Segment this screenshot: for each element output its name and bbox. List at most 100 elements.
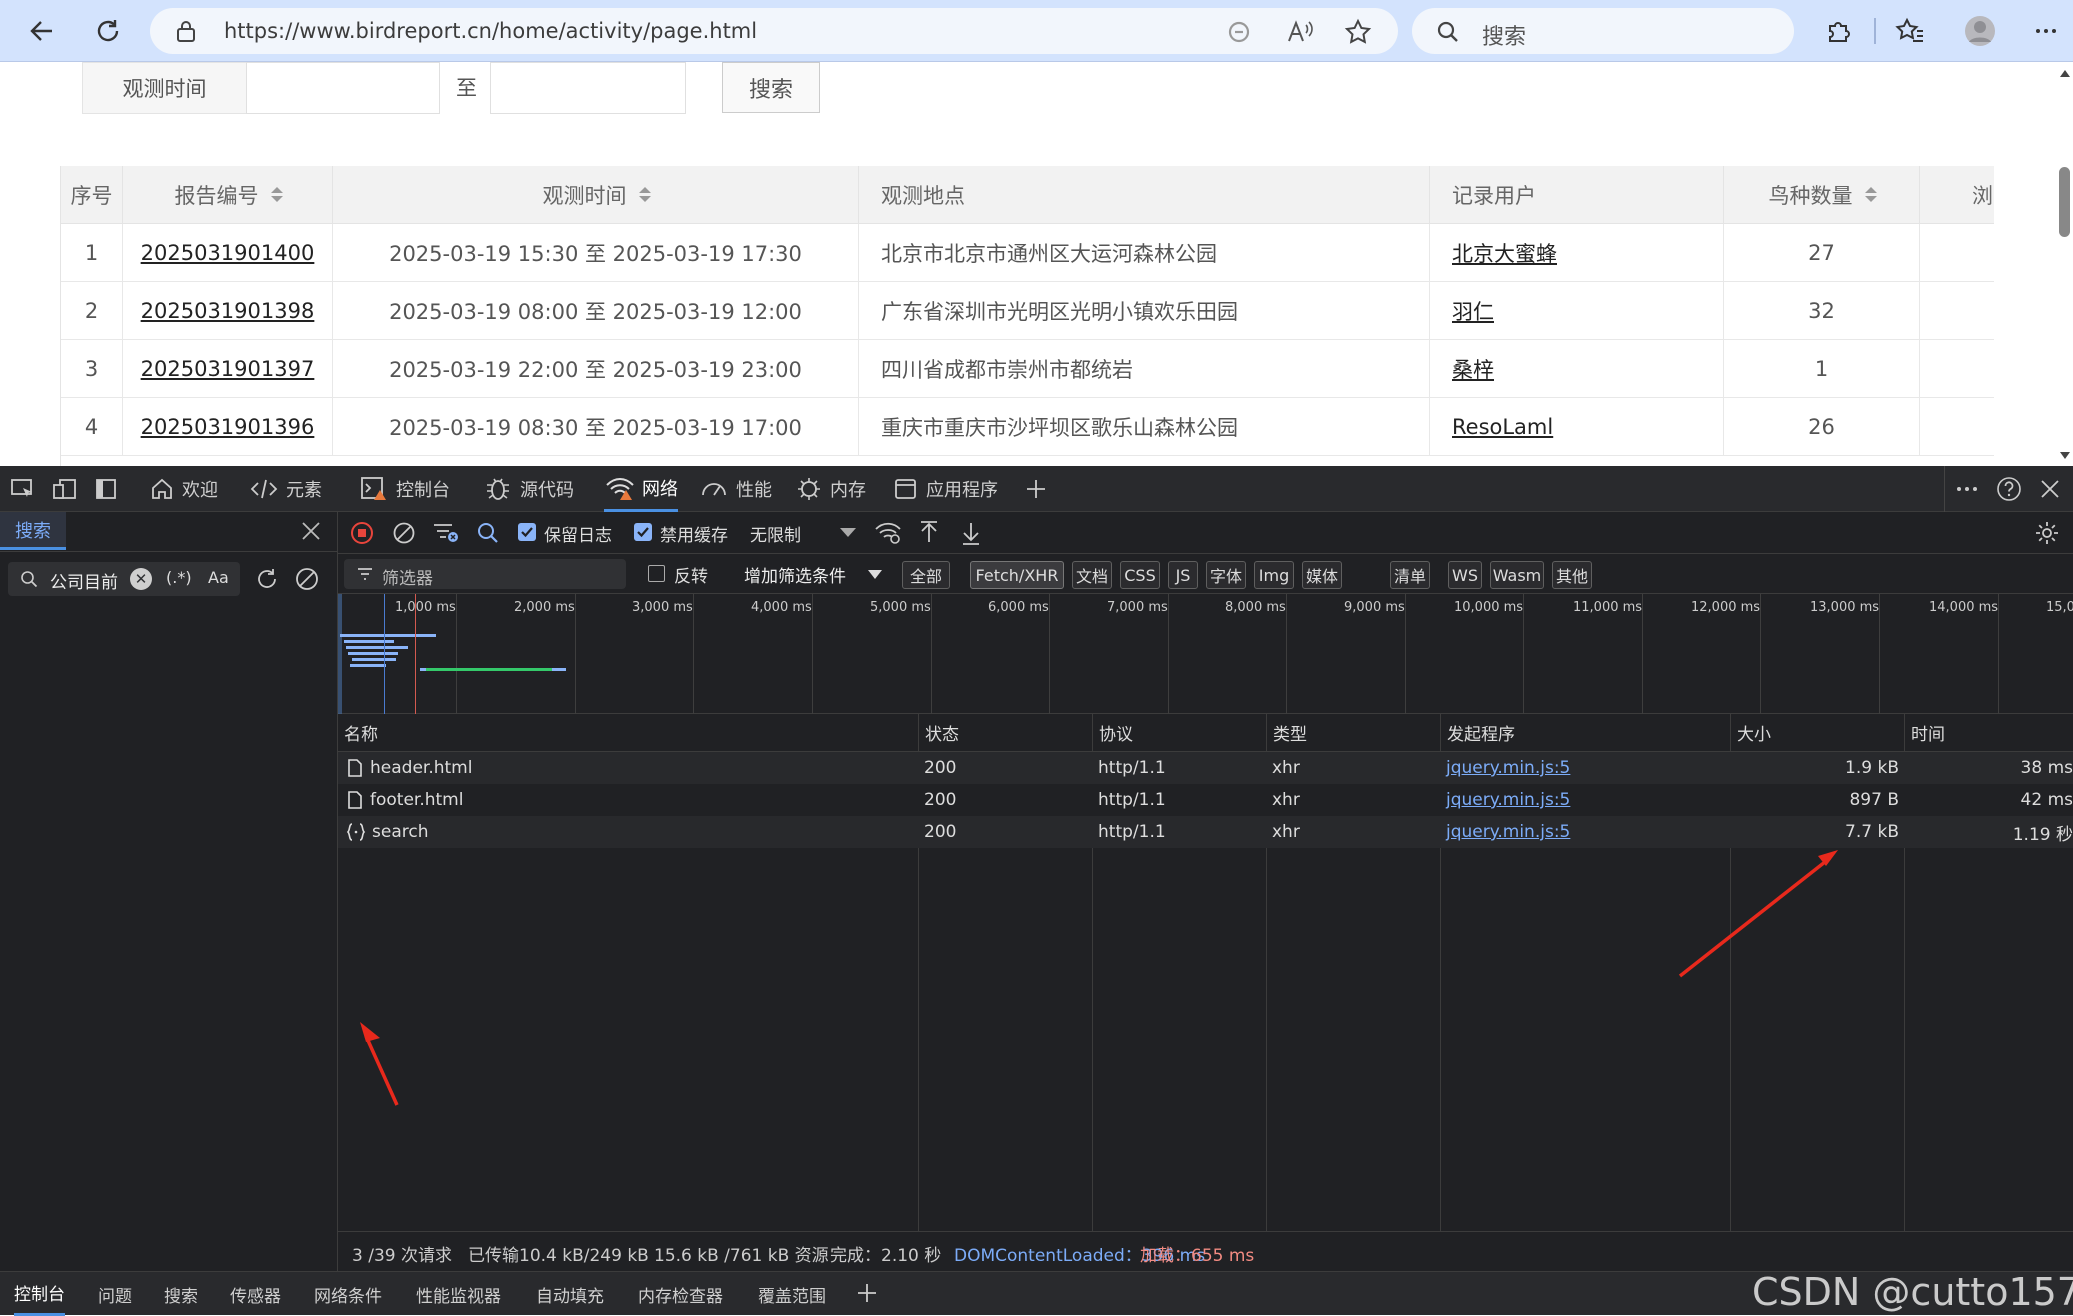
sort-icon[interactable] [639,187,649,202]
scrollbar-thumb[interactable] [2059,167,2070,237]
sort-icon[interactable] [271,187,281,202]
search-input-box[interactable]: 公司目前 ✕ (.*) Aa [8,562,240,596]
user-link[interactable]: 桑梓 [1452,354,1494,384]
refresh-icon[interactable] [86,9,130,53]
browser-search-box[interactable]: 搜索 [1412,8,1794,54]
match-case-toggle[interactable]: Aa [208,568,229,587]
col-size[interactable]: 大小 [1731,714,1905,752]
clear-search-icon[interactable]: ✕ [130,568,152,590]
col-status[interactable]: 状态 [919,714,1093,752]
network-settings-icon[interactable] [2034,520,2060,546]
request-name-cell[interactable]: header.html [346,752,472,784]
add-tab-icon[interactable] [1024,477,1048,501]
report-link[interactable]: 2025031901397 [141,357,315,381]
clear-log-icon[interactable] [392,521,416,545]
request-initiator[interactable]: jquery.min.js:5 [1446,784,1570,816]
report-link[interactable]: 2025031901398 [141,299,315,323]
search-input[interactable]: 公司目前 [50,568,124,593]
export-har-icon[interactable] [960,520,982,546]
scroll-down-arrow-icon[interactable] [2060,452,2070,459]
filter-chip-js[interactable]: JS [1168,561,1198,589]
more-filters-button[interactable]: 增加筛选条件 [744,562,846,587]
throttle-dropdown-icon[interactable] [840,528,856,537]
col-time[interactable]: 时间 [1905,714,2073,752]
tab-sources[interactable]: 源代码 [484,466,574,512]
cell-user[interactable]: 北京大蜜蜂 [1430,224,1724,282]
preserve-log-checkbox[interactable] [518,523,536,541]
cell-user[interactable]: ResoLaml [1430,398,1724,456]
more-filters-dropdown-icon[interactable] [868,570,882,579]
col-header-time[interactable]: 观测时间 [333,166,859,224]
tab-console[interactable]: 控制台 [360,466,450,512]
drawer-tab-sensors[interactable]: 传感器 [230,1272,281,1316]
translate-icon[interactable] [1226,19,1252,45]
record-stop-icon[interactable] [350,521,374,545]
drawer-tab-coverage[interactable]: 覆盖范围 [758,1272,826,1316]
timeline-overview[interactable]: 1,000 ms 2,000 ms 3,000 ms 4,000 ms 5,00… [338,594,2073,714]
tab-application[interactable]: 应用程序 [894,466,998,512]
favorites-icon[interactable] [1888,9,1932,53]
report-link[interactable]: 2025031901396 [141,415,315,439]
favorite-star-icon[interactable] [1344,18,1372,46]
filter-chip-wasm[interactable]: Wasm [1490,561,1544,589]
invert-checkbox[interactable] [648,565,665,582]
search-network-icon[interactable] [476,521,500,545]
scroll-up-arrow-icon[interactable] [2060,70,2070,77]
dock-side-icon[interactable] [95,478,117,500]
close-panel-icon[interactable] [300,520,322,542]
user-link[interactable]: 羽仁 [1452,296,1494,326]
invert-label[interactable]: 反转 [674,562,708,587]
drawer-tab-memory-inspector[interactable]: 内存检查器 [638,1272,723,1316]
disable-cache-label[interactable]: 禁用缓存 [660,521,728,546]
user-link[interactable]: ResoLaml [1452,415,1553,439]
disable-cache-checkbox[interactable] [634,523,652,541]
cell-user[interactable]: 桑梓 [1430,340,1724,398]
tab-network[interactable]: 网络 [604,466,678,512]
import-har-icon[interactable] [918,520,940,546]
user-link[interactable]: 北京大蜜蜂 [1452,238,1557,268]
col-header-count[interactable]: 鸟种数量 [1724,166,1920,224]
tab-search[interactable]: 搜索 [0,512,66,550]
filter-chip-other[interactable]: 其他 [1552,561,1592,589]
preserve-log-label[interactable]: 保留日志 [544,521,612,546]
drawer-tab-network-conditions[interactable]: 网络条件 [314,1272,382,1316]
tab-performance[interactable]: 性能 [700,466,772,512]
tab-welcome[interactable]: 欢迎 [150,466,218,512]
filter-chip-all[interactable]: 全部 [902,561,950,589]
refresh-search-icon[interactable] [254,566,280,592]
request-name-cell[interactable]: footer.html [346,784,463,816]
cell-user[interactable]: 羽仁 [1430,282,1724,340]
col-initiator[interactable]: 发起程序 [1441,714,1731,752]
inspect-element-icon[interactable] [10,478,36,500]
drawer-tab-autofill[interactable]: 自动填充 [536,1272,604,1316]
drawer-tab-search[interactable]: 搜索 [164,1272,198,1316]
request-initiator[interactable]: jquery.min.js:5 [1446,752,1570,784]
end-time-input[interactable] [490,62,686,114]
lock-icon[interactable] [176,20,196,42]
filter-chip-css[interactable]: CSS [1120,561,1160,589]
clear-results-icon[interactable] [294,566,320,592]
read-aloud-icon[interactable] [1286,19,1314,45]
regex-toggle[interactable]: (.*) [166,568,192,587]
col-type[interactable]: 类型 [1267,714,1441,752]
initiator-link[interactable]: jquery.min.js:5 [1446,790,1570,810]
cell-report-id[interactable]: 2025031901396 [123,398,333,456]
tab-elements[interactable]: 元素 [250,466,322,512]
sort-icon[interactable] [1865,187,1875,202]
col-protocol[interactable]: 协议 [1093,714,1267,752]
start-time-input[interactable] [246,62,440,114]
filter-chip-media[interactable]: 媒体 [1302,561,1342,589]
network-conditions-icon[interactable] [874,521,902,545]
help-icon[interactable] [1996,476,2022,502]
drawer-add-tab-icon[interactable] [856,1282,878,1304]
url-text[interactable]: https://www.birdreport.cn/home/activity/… [224,19,757,43]
cell-report-id[interactable]: 2025031901397 [123,340,333,398]
drawer-tab-perf-monitor[interactable]: 性能监视器 [416,1272,501,1316]
drawer-tab-issues[interactable]: 问题 [98,1272,132,1316]
throttle-select[interactable]: 无限制 [750,521,801,546]
page-scrollbar[interactable] [2056,62,2073,466]
back-icon[interactable] [20,9,64,53]
search-button[interactable]: 搜索 [722,62,820,113]
device-emulation-icon[interactable] [52,478,78,500]
tab-memory[interactable]: 内存 [796,466,866,512]
